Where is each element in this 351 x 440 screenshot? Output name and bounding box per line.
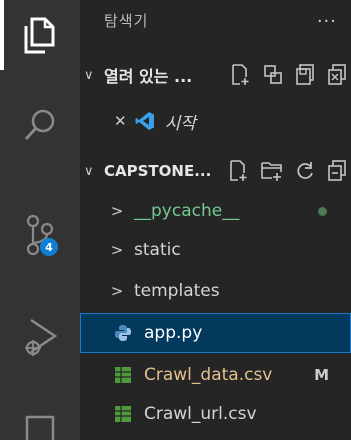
source-control-activity-button[interactable] <box>0 200 80 270</box>
extensions-icon <box>25 415 55 440</box>
status-dot <box>318 206 327 216</box>
explorer-sidebar: 탐색기 ... ∨ 열려 있는 ... ✕ 시작 ∨ CAPSTONE... >… <box>80 0 351 440</box>
chevron-down-icon: ∨ <box>84 163 94 179</box>
open-editors-label: 열려 있는 ... <box>104 67 193 86</box>
activity-bar: 4 <box>0 0 80 440</box>
tree-item-label: app.py <box>144 323 203 343</box>
collapse-all-icon[interactable] <box>327 160 347 182</box>
tree-item-label: Crawl_url.csv <box>144 404 257 424</box>
python-file-icon <box>115 325 131 341</box>
toggle-vertical-icon[interactable] <box>263 64 283 86</box>
close-all-icon[interactable] <box>327 64 347 86</box>
search-activity-button[interactable] <box>0 90 80 160</box>
project-folder-actions <box>229 152 347 190</box>
new-file-icon[interactable] <box>229 160 249 182</box>
vscode-logo-icon <box>135 112 154 130</box>
csv-file-icon <box>115 367 131 383</box>
tree-item-templates[interactable]: > templates <box>80 272 351 310</box>
extensions-activity-button[interactable] <box>0 392 80 440</box>
open-editor-label: 시작 <box>164 113 196 134</box>
source-control-badge: 4 <box>40 238 58 256</box>
refresh-icon[interactable] <box>295 160 315 182</box>
chevron-right-icon: > <box>110 202 124 220</box>
explorer-title-bar: 탐색기 ... <box>80 0 351 50</box>
close-icon[interactable]: ✕ <box>114 112 127 130</box>
vscode-window: 4 탐색기 ... ∨ 열려 있는 ... ✕ 시작 ∨ CAPSTONE...… <box>0 0 351 440</box>
run-debug-activity-button[interactable] <box>0 303 80 373</box>
tree-item-app-py[interactable]: app.py <box>80 313 351 353</box>
tree-item-crawl-data-csv[interactable]: Crawl_data.csv M <box>80 356 351 394</box>
open-editors-header[interactable]: ∨ 열려 있는 ... <box>80 56 351 94</box>
explorer-title: 탐색기 <box>104 12 149 30</box>
files-icon <box>24 17 55 54</box>
tree-item-static[interactable]: > static <box>80 231 351 269</box>
tree-item-label: static <box>134 240 181 260</box>
open-editors-actions <box>231 56 347 94</box>
tree-item-label: templates <box>134 281 220 301</box>
explorer-activity-button[interactable] <box>0 0 80 70</box>
chevron-right-icon: > <box>110 241 124 259</box>
more-actions-button[interactable]: ... <box>317 6 337 27</box>
new-untitled-file-icon[interactable] <box>231 64 251 86</box>
open-editor-item[interactable]: ✕ 시작 <box>80 102 351 140</box>
chevron-down-icon: ∨ <box>84 67 94 83</box>
save-all-icon[interactable] <box>295 64 315 86</box>
tree-item-label: Crawl_data.csv <box>144 365 273 385</box>
tree-item-crawl-url-csv[interactable]: Crawl_url.csv <box>80 395 351 433</box>
run-debug-icon <box>25 318 58 356</box>
search-icon <box>24 109 55 141</box>
chevron-right-icon: > <box>110 282 124 300</box>
tree-item-label: __pycache__ <box>134 201 240 221</box>
project-folder-label: CAPSTONE... <box>104 162 212 180</box>
tree-item-pycache[interactable]: > __pycache__ <box>80 192 351 230</box>
project-folder-header[interactable]: ∨ CAPSTONE... <box>80 152 351 190</box>
new-folder-icon[interactable] <box>261 160 283 182</box>
csv-file-icon <box>115 406 131 422</box>
modified-badge: M <box>314 366 329 384</box>
